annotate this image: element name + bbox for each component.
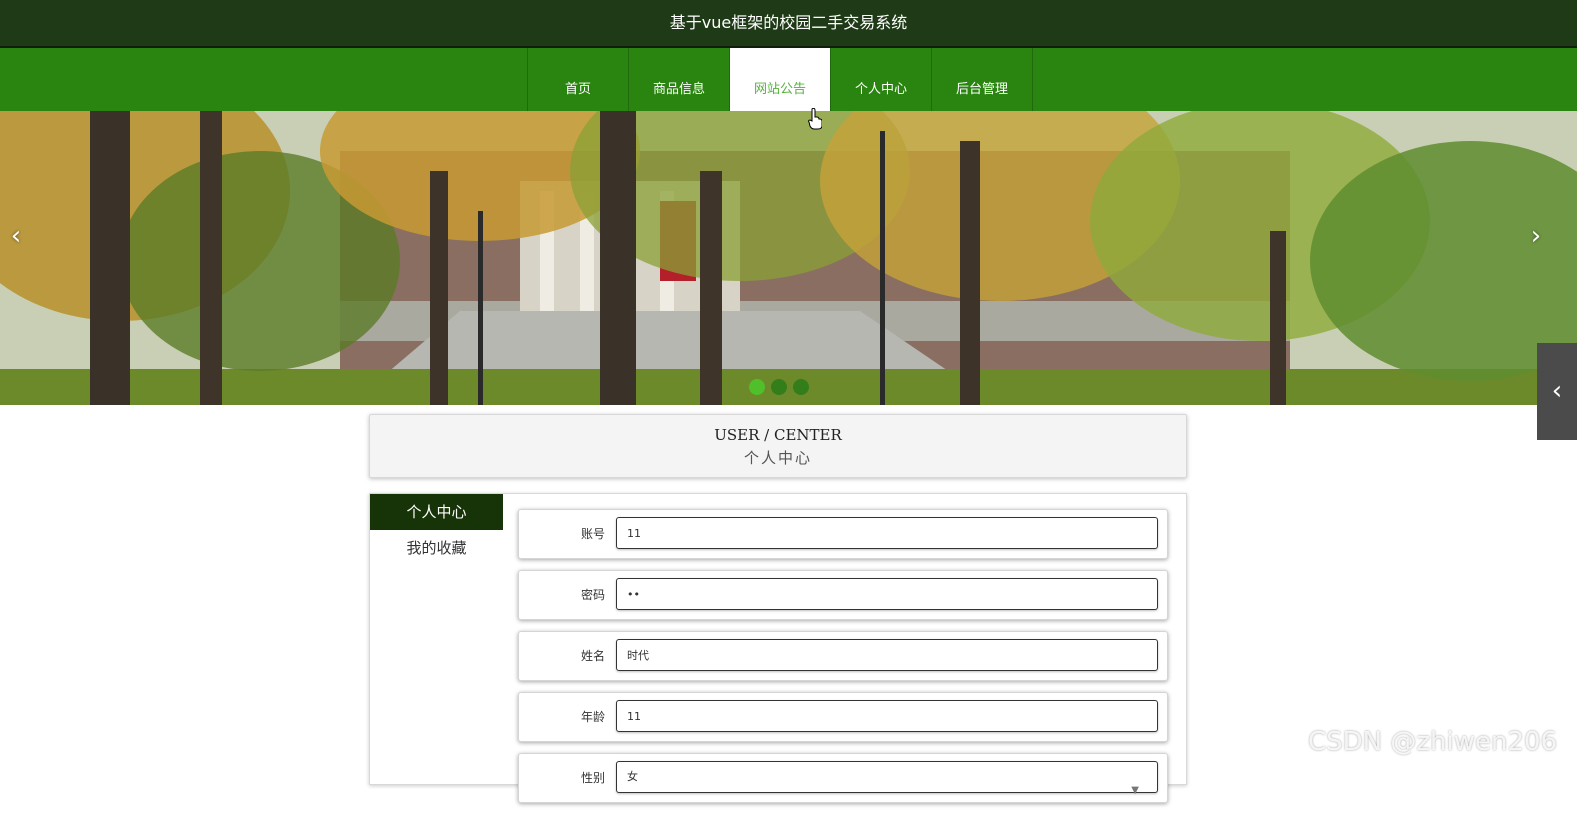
carousel-dot[interactable] <box>749 379 765 395</box>
site-title-bar: 基于vue框架的校园二手交易系统 <box>0 0 1577 48</box>
side-panel-toggle[interactable]: ‹ <box>1537 343 1577 440</box>
password-input[interactable] <box>616 578 1158 610</box>
name-input[interactable] <box>616 639 1158 671</box>
form-row-password: 密码 <box>518 570 1168 620</box>
gender-select[interactable]: 女 ▼ <box>616 761 1158 796</box>
watermark: CSDN @zhiwen206 <box>1308 727 1558 757</box>
nav-item-admin[interactable]: 后台管理 <box>932 48 1033 111</box>
carousel-dot[interactable] <box>771 379 787 395</box>
carousel-indicators <box>749 379 809 395</box>
gender-label: 性别 <box>580 771 605 785</box>
chevron-left-icon: ‹ <box>1551 376 1563 406</box>
form-row-account: 账号 <box>518 509 1168 559</box>
nav-item-products[interactable]: 商品信息 <box>629 48 730 111</box>
carousel-prev-button[interactable]: ‹ <box>6 221 26 251</box>
chevron-down-icon: ▼ <box>1131 785 1139 796</box>
age-label: 年龄 <box>580 710 605 724</box>
menu-item-favorites[interactable]: 我的收藏 <box>370 530 503 566</box>
account-label: 账号 <box>580 527 605 541</box>
section-title-cn: 个人中心 <box>743 449 812 467</box>
banner-carousel[interactable]: ‹ › <box>0 111 1577 405</box>
user-side-menu: 个人中心 我的收藏 <box>370 494 503 566</box>
campus-photo <box>0 111 1577 405</box>
nav-item-home[interactable]: 首页 <box>528 48 629 111</box>
menu-item-user-center[interactable]: 个人中心 <box>370 494 503 530</box>
site-title: 基于vue框架的校园二手交易系统 <box>669 13 908 32</box>
nav-item-user-center[interactable]: 个人中心 <box>831 48 932 111</box>
age-input[interactable] <box>616 700 1158 732</box>
nav-item-announcements[interactable]: 网站公告 <box>730 48 831 111</box>
carousel-next-button[interactable]: › <box>1526 221 1546 251</box>
name-label: 姓名 <box>580 649 605 663</box>
hand-cursor-icon <box>808 108 822 130</box>
account-input[interactable] <box>616 517 1158 549</box>
nav-list: 首页 商品信息 网站公告 个人中心 后台管理 <box>527 48 1033 111</box>
section-header: USER / CENTER 个人中心 <box>369 414 1187 478</box>
form-row-age: 年龄 <box>518 692 1168 742</box>
gender-select-value: 女 <box>627 770 638 783</box>
section-title-en: USER / CENTER <box>714 426 842 444</box>
main-nav: 首页 商品信息 网站公告 个人中心 后台管理 <box>0 48 1577 111</box>
carousel-dot[interactable] <box>793 379 809 395</box>
form-row-gender: 性别 女 ▼ <box>518 753 1168 803</box>
form-row-name: 姓名 <box>518 631 1168 681</box>
password-label: 密码 <box>580 588 605 602</box>
profile-form: 账号 密码 姓名 年龄 性别 女 ▼ <box>518 509 1168 814</box>
user-center-panel: 个人中心 我的收藏 账号 密码 姓名 年龄 性别 女 ▼ <box>369 493 1187 803</box>
